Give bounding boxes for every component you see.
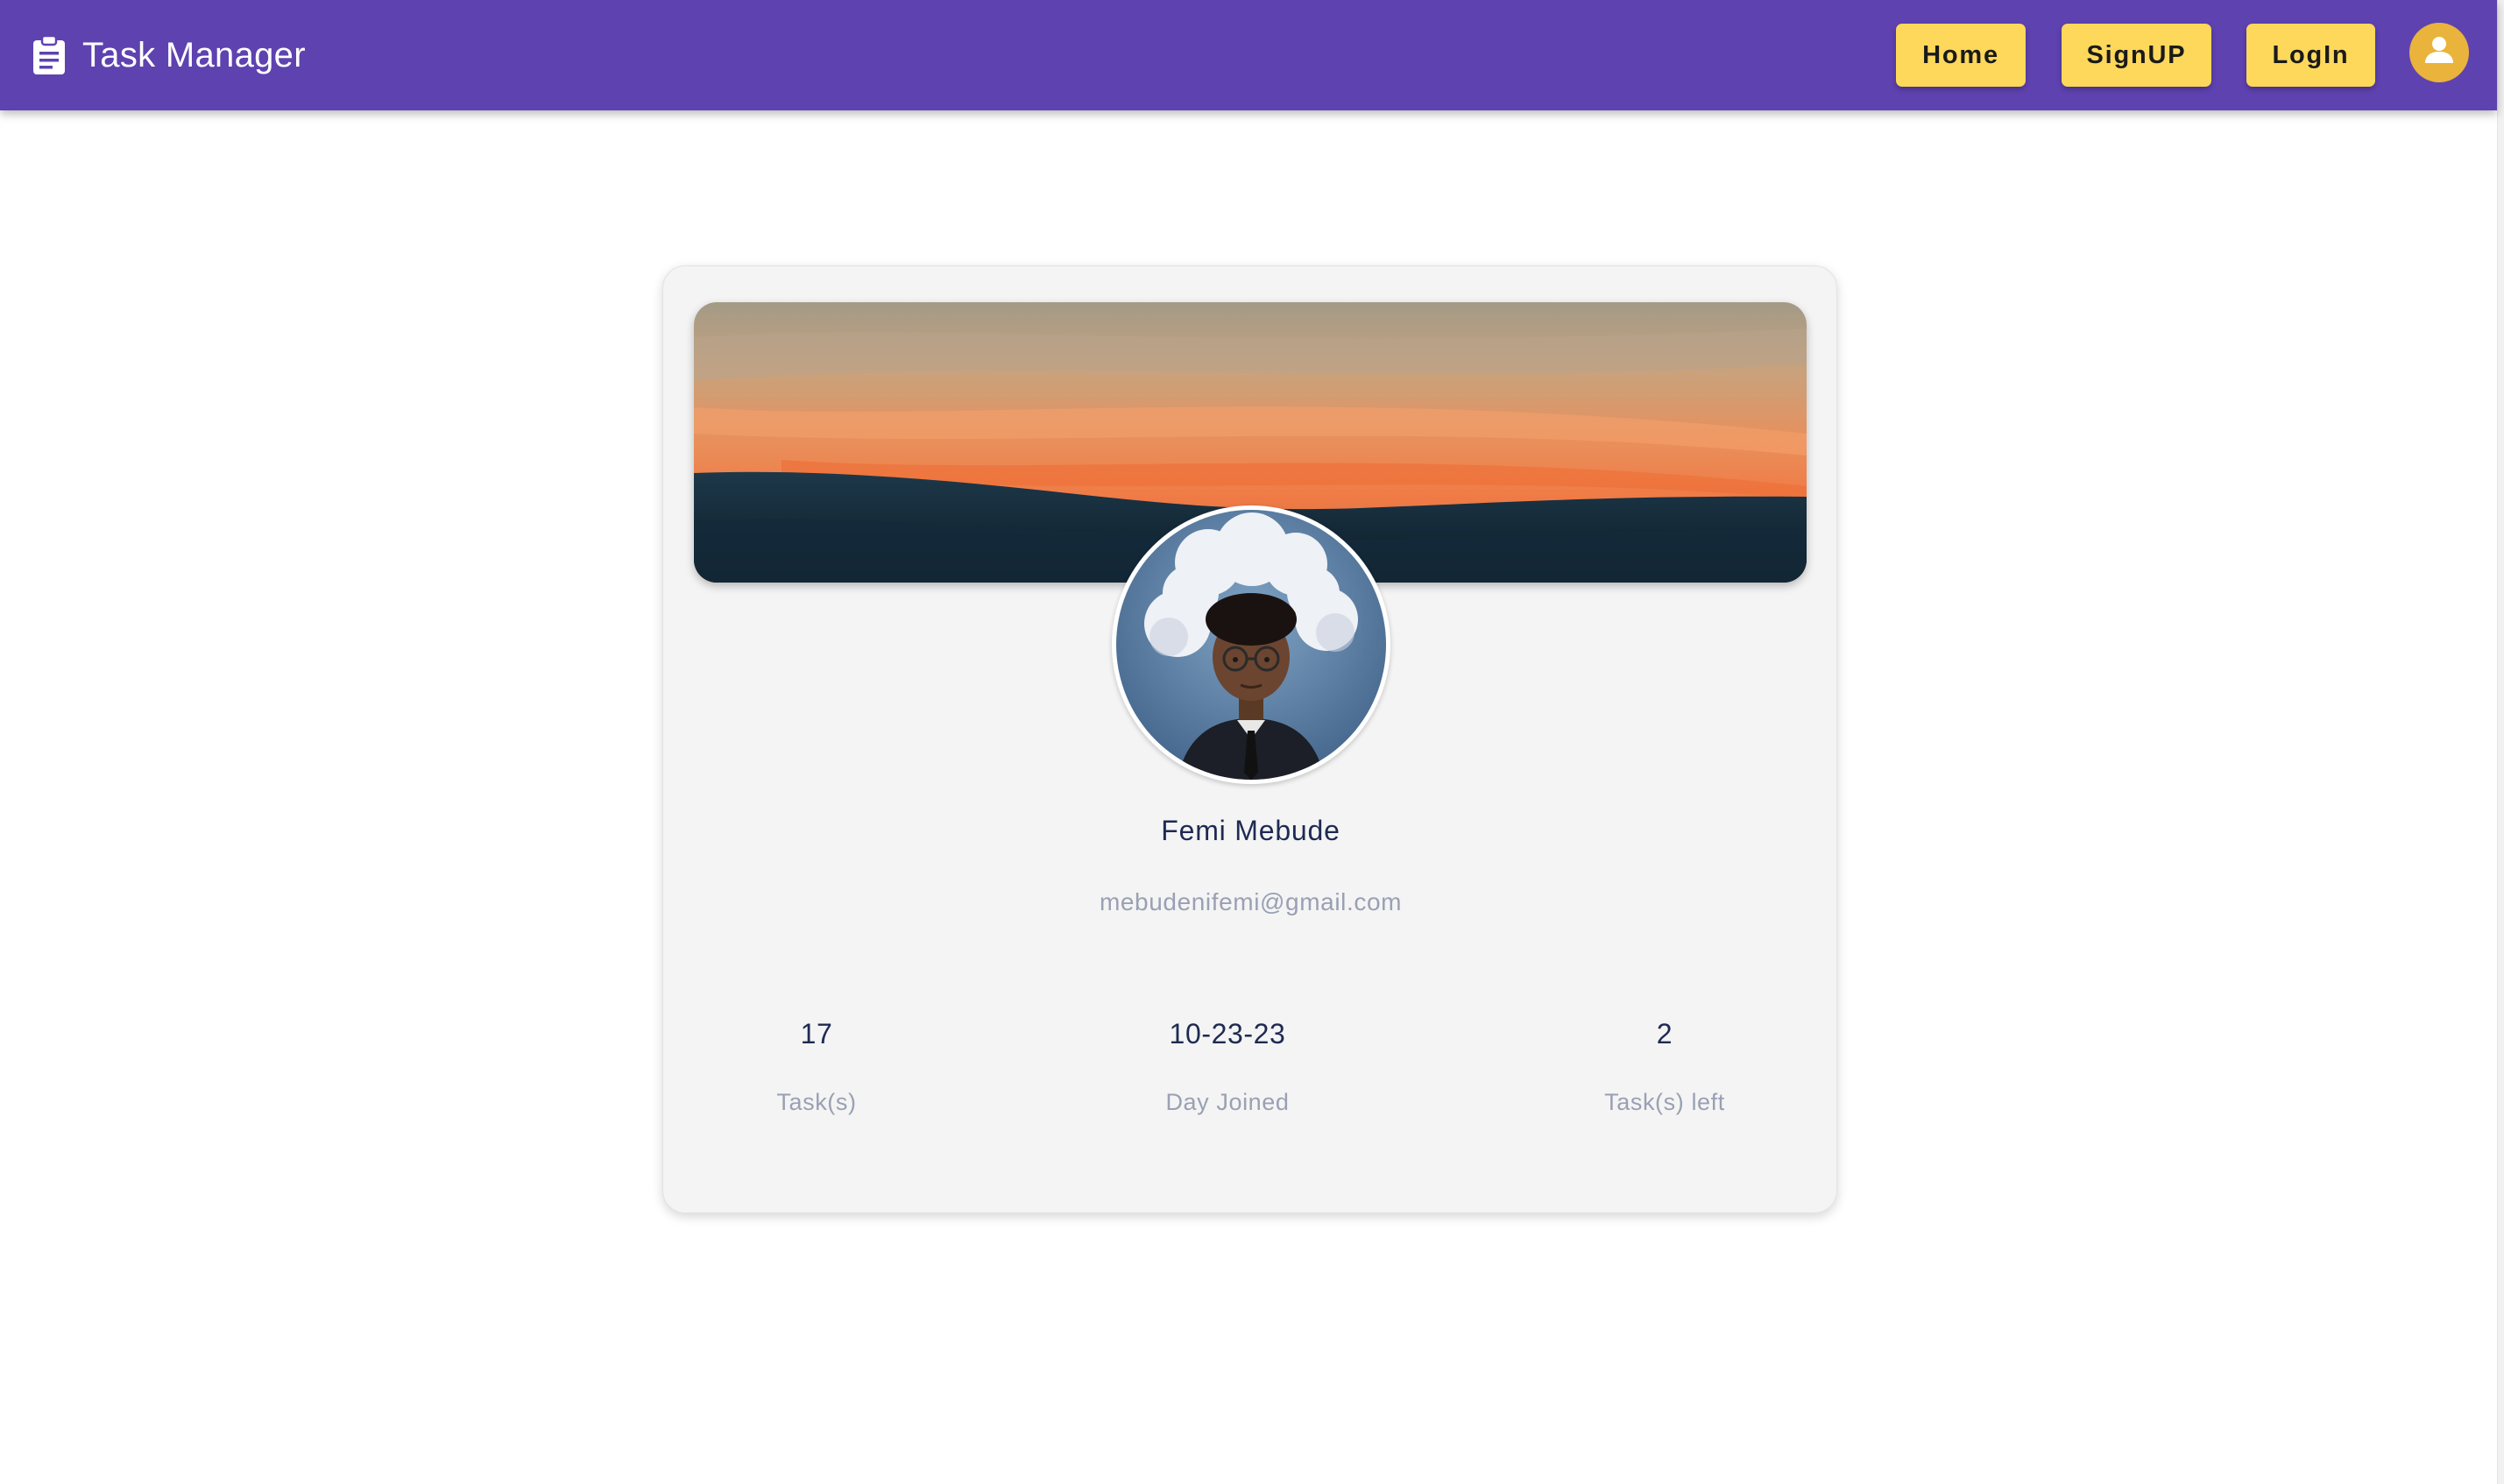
profile-avatar-image [1112,505,1390,784]
stat-label: Day Joined [1165,1089,1290,1115]
brand[interactable]: Task Manager [30,25,306,86]
stat-label: Task(s) [776,1089,857,1115]
page-scrollbar[interactable] [2497,0,2504,1484]
stat-total-tasks: 17 Task(s) [685,1018,948,1116]
stat-value: 10-23-23 [1169,1018,1286,1049]
home-button[interactable]: Home [1896,24,2026,87]
account-button[interactable] [2409,23,2469,82]
stat-tasks-left: 2 Task(s) left [1533,1018,1796,1116]
app-bar: Task Manager Home SignUP LogIn [0,0,2497,110]
stat-value: 2 [1656,1018,1673,1049]
page: Task Manager Home SignUP LogIn Femi Mebu… [0,0,2497,1484]
profile-card: Femi Mebude mebudenifemi@gmail.com 17 Ta… [662,265,1837,1213]
stat-value: 17 [800,1018,833,1049]
stat-day-joined: 10-23-23 Day Joined [1096,1018,1359,1116]
profile-email: mebudenifemi@gmail.com [1099,888,1403,915]
profile-name: Femi Mebude [1161,815,1340,846]
clipboard-icon [30,34,68,76]
app-title: Task Manager [82,35,306,74]
signup-button[interactable]: SignUP [2062,24,2211,87]
stat-label: Task(s) left [1604,1089,1725,1115]
account-circle-icon [2422,33,2457,73]
login-button[interactable]: LogIn [2246,24,2375,87]
